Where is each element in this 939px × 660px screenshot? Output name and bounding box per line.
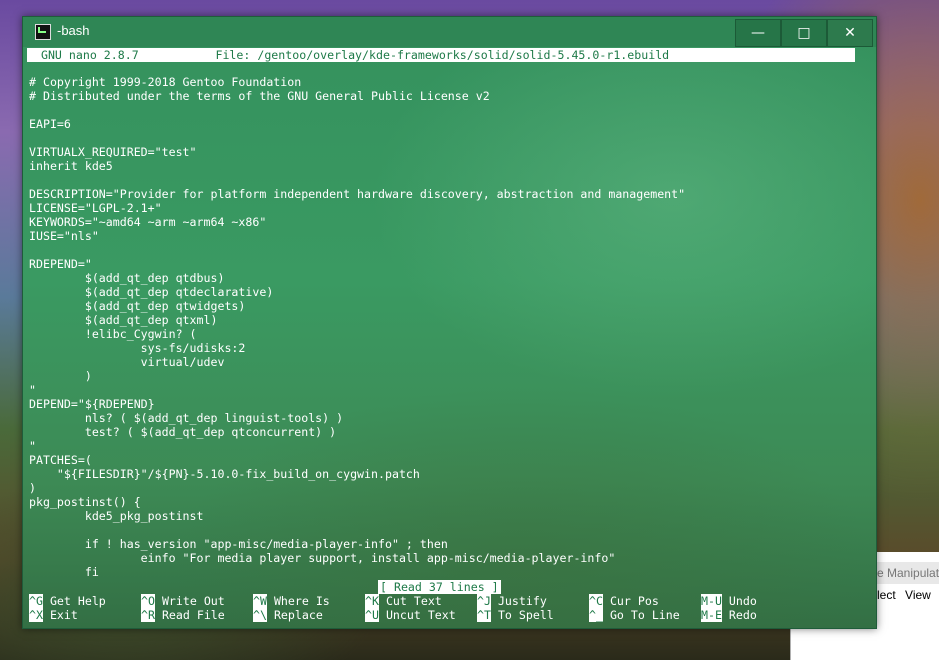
minimize-button[interactable]: —: [735, 19, 781, 47]
code-line: inherit kde5: [29, 159, 113, 173]
title-bar[interactable]: -bash — □ ✕: [23, 17, 876, 47]
shortcut-label: Go To Line: [602, 608, 680, 622]
shortcut-label: Replace: [266, 608, 323, 622]
shortcut-key: ^O: [141, 594, 155, 608]
code-line: if ! has_version "app-misc/media-player-…: [29, 537, 448, 551]
shortcut-label: Read File: [154, 608, 225, 622]
shortcut-key: ^G: [29, 594, 43, 608]
shortcut-item[interactable]: M-U Undo: [701, 594, 757, 608]
code-line: nls? ( $(add_qt_dep linguist-tools) ): [29, 411, 344, 425]
shortcut-key: M-E: [701, 608, 722, 622]
code-line: $(add_qt_dep qtdeclarative): [29, 285, 274, 299]
shortcut-key: ^J: [477, 594, 491, 608]
code-line: RDEPEND=": [29, 257, 92, 271]
code-line: VIRTUALX_REQUIRED="test": [29, 145, 197, 159]
code-line: $(add_qt_dep qtxml): [29, 313, 218, 327]
maximize-button[interactable]: □: [781, 19, 827, 47]
code-line: ): [29, 481, 36, 495]
code-line: pkg_postinst() {: [29, 495, 141, 509]
shortcut-item[interactable]: ^R Read File: [141, 608, 225, 622]
shortcut-key: ^C: [589, 594, 603, 608]
shortcut-item[interactable]: ^C Cur Pos: [589, 594, 659, 608]
shortcut-item[interactable]: ^J Justify: [477, 594, 547, 608]
status-message: [ Read 37 lines ]: [378, 580, 501, 594]
shortcut-key: ^K: [365, 594, 379, 608]
shortcut-key: ^U: [365, 608, 379, 622]
code-line: "${FILESDIR}"/${PN}-5.10.0-fix_build_on_…: [29, 467, 420, 481]
code-line: $(add_qt_dep qtwidgets): [29, 299, 246, 313]
code-line: $(add_qt_dep qtdbus): [29, 271, 225, 285]
menu-item-view[interactable]: View: [905, 588, 931, 602]
close-button[interactable]: ✕: [827, 19, 873, 47]
code-line: sys-fs/udisks:2: [29, 341, 246, 355]
shortcut-bar: ^G Get Help ^O Write Out ^W Where Is ^K Cut…: [29, 594, 869, 622]
terminal-window: -bash — □ ✕ GNU nano 2.8.7 File: /gentoo…: [22, 16, 877, 629]
shortcut-row-1: ^G Get Help ^O Write Out ^W Where Is ^K Cut…: [29, 594, 869, 608]
shortcut-key: ^_: [589, 608, 603, 622]
shortcut-label: Uncut Text: [378, 608, 456, 622]
code-line: IUSE="nls": [29, 229, 99, 243]
code-line: # Copyright 1999-2018 Gentoo Foundation: [29, 75, 302, 89]
code-line: test? ( $(add_qt_dep qtconcurrent) ): [29, 425, 337, 439]
shortcut-item[interactable]: ^K Cut Text: [365, 594, 442, 608]
code-line: ): [29, 369, 92, 383]
code-line: # Distributed under the terms of the GNU…: [29, 89, 490, 103]
code-line: DESCRIPTION="Provider for platform indep…: [29, 187, 686, 201]
code-line: fi: [29, 565, 99, 579]
shortcut-label: Get Help: [42, 594, 106, 608]
shortcut-item[interactable]: ^T To Spell: [477, 608, 554, 622]
shortcut-label: Exit: [42, 608, 78, 622]
shortcut-label: Cut Text: [378, 594, 442, 608]
code-line: ": [29, 383, 36, 397]
shortcut-label: Justify: [490, 594, 547, 608]
code-line: !elibc_Cygwin? (: [29, 327, 197, 341]
code-line: PATCHES=(: [29, 453, 92, 467]
shortcut-key: M-U: [701, 594, 722, 608]
shortcut-label: Redo: [721, 608, 757, 622]
code-line: LICENSE="LGPL-2.1+": [29, 201, 162, 215]
shortcut-label: Where Is: [266, 594, 330, 608]
shortcut-item[interactable]: M-E Redo: [701, 608, 757, 622]
nano-header: GNU nano 2.8.7 File: /gentoo/overlay/kde…: [27, 48, 855, 62]
shortcut-label: To Spell: [490, 608, 554, 622]
code-line: DEPEND="${RDEPEND}: [29, 397, 155, 411]
shortcut-key: ^R: [141, 608, 155, 622]
code-line: KEYWORDS="~amd64 ~arm ~arm64 ~x86": [29, 215, 267, 229]
shortcut-label: Undo: [721, 594, 757, 608]
shortcut-label: Write Out: [154, 594, 225, 608]
shortcut-item[interactable]: ^_ Go To Line: [589, 608, 680, 622]
shortcut-item[interactable]: ^G Get Help: [29, 594, 106, 608]
menu-item-select[interactable]: lect: [877, 588, 896, 602]
terminal-icon[interactable]: [35, 24, 51, 40]
terminal-content[interactable]: GNU nano 2.8.7 File: /gentoo/overlay/kde…: [23, 47, 876, 628]
shortcut-key: ^X: [29, 608, 43, 622]
background-window-title[interactable]: e Manipulat: [877, 562, 939, 584]
shortcut-key: ^\: [253, 608, 267, 622]
shortcut-key: ^W: [253, 594, 267, 608]
shortcut-item[interactable]: ^W Where Is: [253, 594, 330, 608]
shortcut-item[interactable]: ^\ Replace: [253, 608, 323, 622]
background-window-menu: lect View: [877, 588, 937, 602]
shortcut-label: Cur Pos: [602, 594, 659, 608]
code-line: einfo "For media player support, install…: [29, 551, 616, 565]
code-line: ": [29, 439, 36, 453]
shortcut-item[interactable]: ^O Write Out: [141, 594, 225, 608]
shortcut-key: ^T: [477, 608, 491, 622]
shortcut-row-2: ^X Exit ^R Read File ^\ Replace ^U Uncut Te…: [29, 608, 869, 622]
shortcut-item[interactable]: ^U Uncut Text: [365, 608, 456, 622]
code-line: virtual/udev: [29, 355, 225, 369]
code-line: EAPI=6: [29, 117, 71, 131]
window-title: -bash: [57, 23, 90, 38]
shortcut-item[interactable]: ^X Exit: [29, 608, 78, 622]
editor-buffer[interactable]: # Copyright 1999-2018 Gentoo Foundation …: [29, 75, 685, 579]
code-line: kde5_pkg_postinst: [29, 509, 204, 523]
